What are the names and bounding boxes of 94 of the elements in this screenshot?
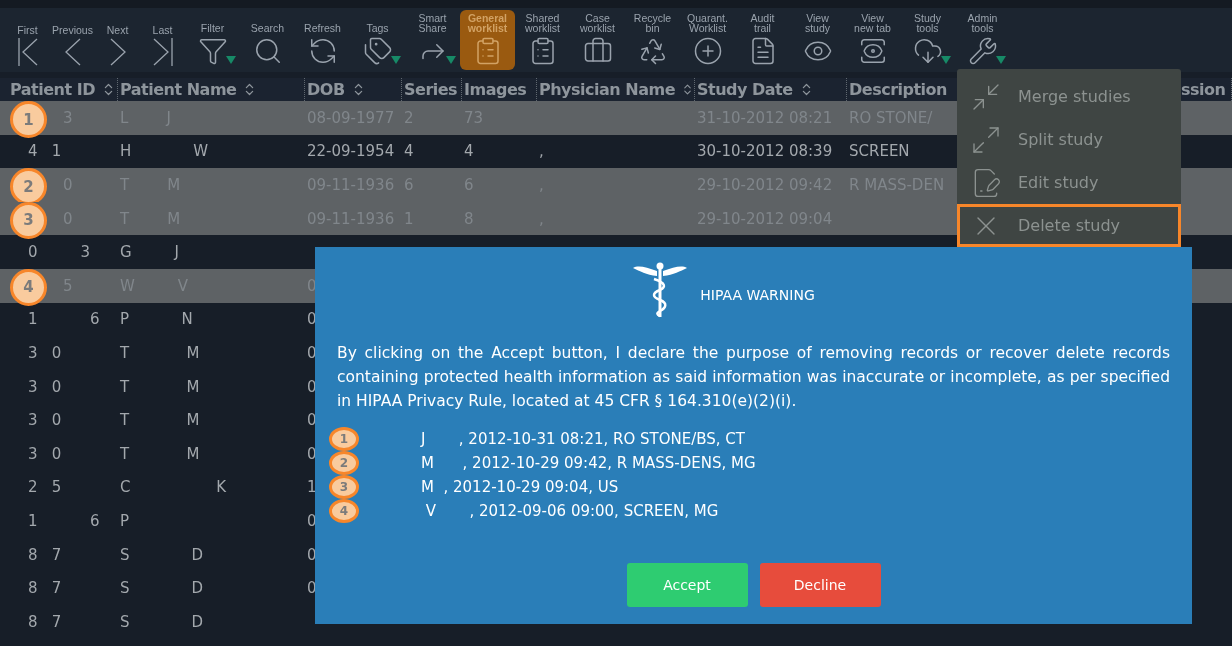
toolbar-button[interactable]: View new tab [845, 10, 900, 70]
column-header[interactable]: Images [464, 80, 527, 99]
number-badge: 4 [329, 499, 359, 523]
table-cell: T M [120, 377, 200, 396]
column-header[interactable]: Description [849, 80, 947, 99]
table-cell: 2 5 [28, 478, 62, 497]
table-cell: 1 6 [28, 511, 100, 530]
table-cell: 1 [307, 478, 317, 497]
column-header[interactable]: DOB [307, 80, 345, 99]
table-cell: C K [120, 478, 227, 497]
table-cell: 3 0 [28, 444, 62, 463]
table-cell: 0 [307, 545, 317, 564]
toolbar-button[interactable]: First [5, 10, 50, 70]
table-cell: S D [120, 545, 204, 564]
record-summary: M , 2012-10-29 09:04, US [421, 478, 619, 496]
number-badge: 4 [10, 268, 47, 306]
chevron-bar-left-icon [17, 38, 38, 66]
caduceus-icon [632, 261, 689, 319]
column-header[interactable]: Series [404, 80, 458, 99]
table-cell: 8 7 [28, 612, 62, 631]
table-cell: S D [120, 579, 204, 598]
number-badge: 3 [329, 475, 359, 499]
toolbar-button[interactable]: Previous [50, 10, 95, 70]
table-cell: G J [120, 243, 179, 262]
sort-icon[interactable] [681, 82, 694, 97]
chevron-bar-right-icon [152, 38, 173, 66]
table-cell: 30-10-2012 08:39 [697, 142, 833, 161]
table-cell: 4 [404, 142, 414, 161]
column-header[interactable]: Physician Name [539, 80, 675, 99]
table-cell: 4 [464, 142, 474, 161]
tags-icon [362, 36, 393, 66]
decline-button[interactable]: Decline [759, 563, 881, 607]
toolbar-button[interactable]: Case worklist [570, 10, 625, 70]
table-cell: 0 [307, 310, 317, 329]
table-cell: 0 [307, 377, 317, 396]
toolbar-button[interactable]: Recycle bin [625, 10, 680, 70]
number-badge: 1 [10, 101, 47, 138]
number-badge: 1 [329, 427, 359, 451]
toolbar-button[interactable]: Quarant. Worklist [680, 10, 735, 70]
table-cell: 3 0 [28, 411, 62, 430]
toolbar-button[interactable]: View study [790, 10, 845, 70]
table-cell: S D [120, 612, 204, 631]
dialog-title: HIPAA WARNING [700, 287, 815, 303]
toolbar-button[interactable]: Search [240, 10, 295, 70]
toolbar-button[interactable]: Next [95, 10, 140, 70]
menu-item[interactable]: Delete study [957, 204, 1181, 247]
table-cell: 8 7 [28, 579, 62, 598]
toolbar-button[interactable]: Study tools [900, 10, 955, 70]
toolbar-button[interactable]: Last [140, 10, 185, 70]
table-cell: 0 [307, 511, 317, 530]
column-header[interactable]: Study Date [697, 80, 793, 99]
toolbar-button[interactable]: Audit trail [735, 10, 790, 70]
table-cell: 0 [307, 444, 317, 463]
table-cell: 22-09-1954 [307, 142, 395, 161]
plus-circle-icon [692, 36, 723, 66]
table-cell: 1 6 [28, 310, 100, 329]
number-badge: 3 [10, 201, 47, 239]
number-badge: 2 [329, 451, 359, 475]
table-cell: T M [120, 411, 200, 430]
toolbar-button[interactable]: Smart Share [405, 10, 460, 70]
table-cell: , [539, 209, 544, 228]
chevron-left-icon [64, 38, 81, 66]
toolbar-button[interactable]: Filter [185, 10, 240, 70]
table-cell: 0 3 [28, 243, 90, 262]
table-cell: P [120, 511, 130, 530]
table-cell: T M [120, 444, 200, 463]
cloud-download-icon [912, 36, 943, 66]
record-summary: V , 2012-09-06 09:00, SCREEN, MG [424, 502, 719, 520]
table-cell: 8 7 [28, 545, 62, 564]
record-summary: J , 2012-10-31 08:21, RO STONE/BS, CT [421, 430, 745, 448]
table-cell: T M [120, 343, 200, 362]
toolbar-button[interactable]: Shared worklist [515, 10, 570, 70]
table-cell: 4 1 [28, 142, 62, 161]
record-summary: M , 2012-10-29 09:42, R MASS-DENS, MG [421, 454, 756, 472]
table-cell: 3 0 [28, 377, 62, 396]
column-header[interactable]: Patient Name [120, 80, 237, 99]
table-cell: H W [120, 142, 209, 161]
table-cell: 0 [307, 411, 317, 430]
table-cell: P N [120, 310, 193, 329]
toolbar-button[interactable]: Admin tools [955, 10, 1010, 70]
table-cell: , [539, 176, 544, 194]
chevron-right-icon [109, 38, 126, 66]
toolbar-button[interactable]: Tags [350, 10, 405, 70]
table-cell: 0 [307, 343, 317, 362]
column-header[interactable]: ssion [1179, 80, 1226, 99]
warning-message: By clicking on the Accept button, I declare the purpose of removing records or recover delete records containing protected health information as said information was inaccurate or incomplete, as per specified in HIPAA Privacy Rule, located at 45 CFR § 164.310(e)(2)(i). [337, 343, 1170, 412]
wrench-icon [967, 36, 998, 66]
table-cell: , [539, 142, 544, 161]
table-cell: 3 0 [28, 343, 62, 362]
table-cell: SCREEN [849, 142, 910, 161]
column-header[interactable]: Patient ID [10, 80, 95, 99]
filter-icon [197, 36, 228, 66]
table-cell: 0 [307, 579, 317, 598]
toolbar-button[interactable]: Refresh [295, 10, 350, 70]
